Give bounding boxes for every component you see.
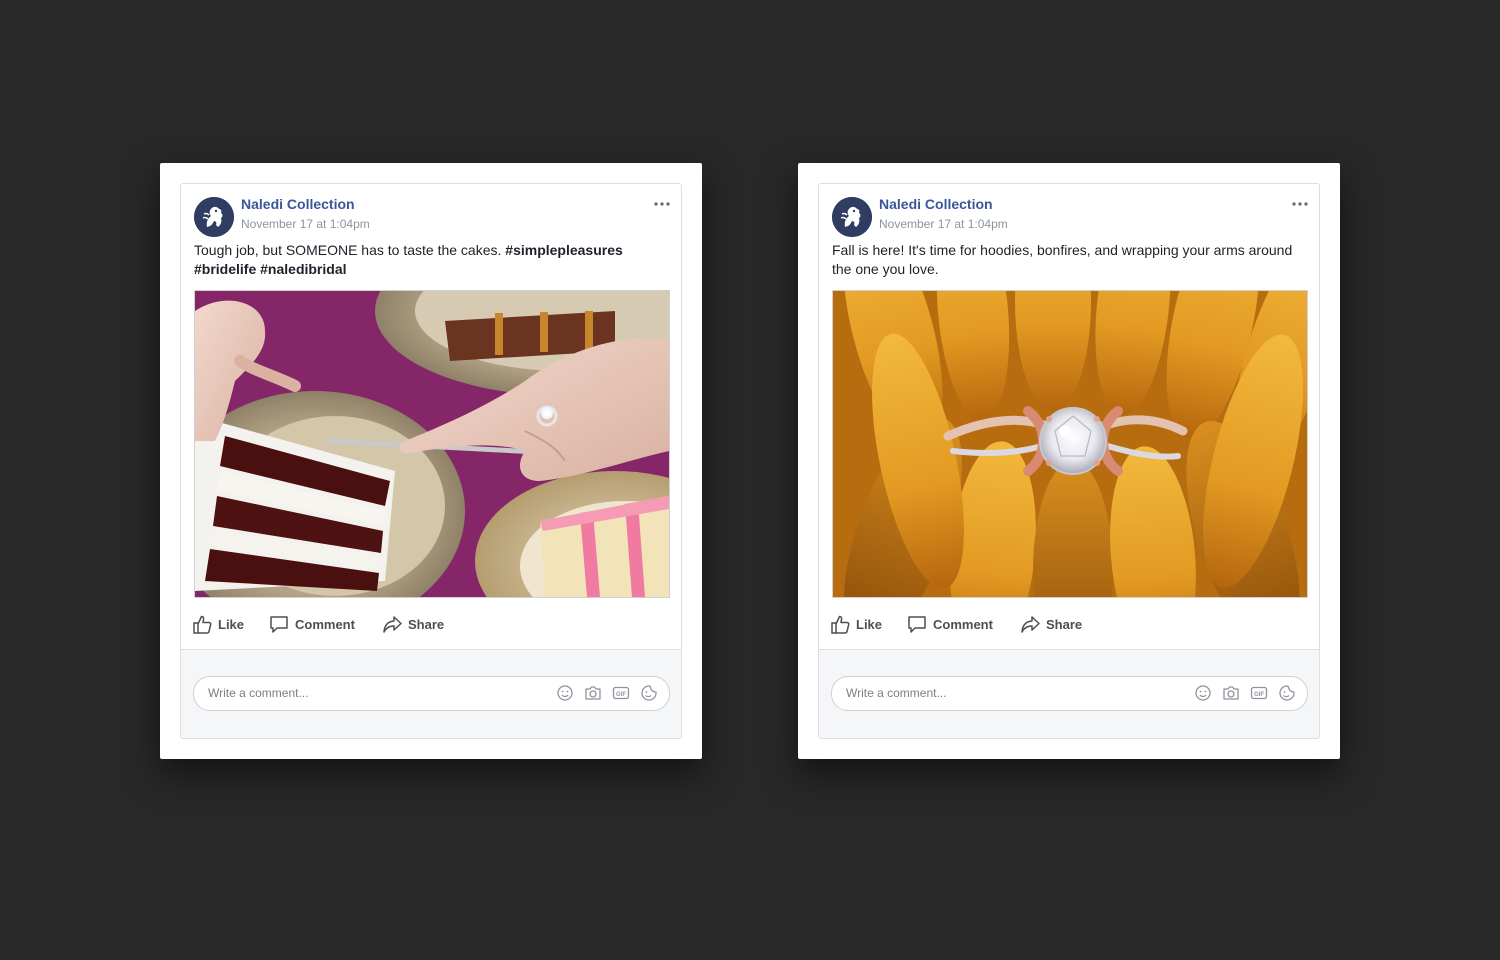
comment-box: GIF bbox=[831, 676, 1308, 711]
hashtag-link[interactable]: #naledibridal bbox=[260, 261, 346, 277]
lion-crest-icon bbox=[194, 197, 234, 237]
author-name[interactable]: Naledi Collection bbox=[879, 196, 993, 212]
facebook-post-2: Naledi Collection November 17 at 1:04pm … bbox=[818, 183, 1320, 739]
like-button[interactable]: Like bbox=[192, 609, 244, 639]
like-label: Like bbox=[218, 616, 245, 632]
camera-icon[interactable] bbox=[1221, 684, 1241, 702]
post-card-2: Naledi Collection November 17 at 1:04pm … bbox=[798, 163, 1340, 759]
comment-input[interactable] bbox=[846, 677, 1176, 708]
ring-on-flower-photo bbox=[833, 291, 1307, 597]
post-caption: Fall is here! It's time for hoodies, bon… bbox=[832, 242, 1293, 277]
share-arrow-icon bbox=[383, 616, 402, 633]
facebook-post-1: Naledi Collection November 17 at 1:04pm … bbox=[180, 183, 682, 739]
hashtag-link[interactable]: #bridelife bbox=[194, 261, 256, 277]
post-card-1: Naledi Collection November 17 at 1:04pm … bbox=[160, 163, 702, 759]
speech-bubble-icon bbox=[270, 616, 288, 633]
speech-bubble-icon bbox=[908, 616, 926, 633]
sticker-icon[interactable] bbox=[639, 684, 659, 702]
post-photo[interactable] bbox=[832, 290, 1308, 598]
lion-crest-icon bbox=[832, 197, 872, 237]
gif-icon[interactable]: GIF bbox=[1249, 684, 1269, 702]
thumbs-up-icon bbox=[193, 615, 212, 634]
share-label: Share bbox=[1046, 616, 1083, 632]
svg-text:GIF: GIF bbox=[1254, 692, 1264, 698]
cake-photo bbox=[195, 291, 669, 597]
comment-tools: GIF bbox=[1185, 684, 1297, 702]
more-options-icon[interactable] bbox=[1291, 196, 1309, 212]
share-button[interactable]: Share bbox=[1020, 609, 1082, 639]
comment-tools: GIF bbox=[547, 684, 659, 702]
comment-label: Comment bbox=[295, 616, 355, 632]
comment-section: GIF bbox=[819, 649, 1319, 738]
comment-label: Comment bbox=[933, 616, 993, 632]
thumbs-up-icon bbox=[831, 615, 850, 634]
gif-icon[interactable]: GIF bbox=[611, 684, 631, 702]
author-name[interactable]: Naledi Collection bbox=[241, 196, 355, 212]
comment-button[interactable]: Comment bbox=[269, 609, 355, 639]
like-label: Like bbox=[856, 616, 883, 632]
avatar[interactable] bbox=[832, 197, 872, 237]
like-button[interactable]: Like bbox=[830, 609, 882, 639]
post-caption: Tough job, but SOMEONE has to taste the … bbox=[194, 241, 664, 279]
comment-button[interactable]: Comment bbox=[907, 609, 993, 639]
hashtag-link[interactable]: #simplepleasures bbox=[505, 242, 623, 258]
post-photo[interactable] bbox=[194, 290, 670, 598]
camera-icon[interactable] bbox=[583, 684, 603, 702]
comment-box: GIF bbox=[193, 676, 670, 711]
comment-section: GIF bbox=[181, 649, 681, 738]
caption-text: Tough job, but SOMEONE has to taste the … bbox=[194, 242, 506, 258]
more-options-icon[interactable] bbox=[653, 196, 671, 212]
emoji-icon[interactable] bbox=[1193, 684, 1213, 702]
post-actions: Like Comment Share bbox=[181, 609, 681, 649]
post-actions: Like Comment Share bbox=[819, 609, 1319, 649]
svg-text:GIF: GIF bbox=[616, 692, 626, 698]
sticker-icon[interactable] bbox=[1277, 684, 1297, 702]
share-button[interactable]: Share bbox=[382, 609, 444, 639]
post-timestamp[interactable]: November 17 at 1:04pm bbox=[879, 217, 1008, 231]
share-label: Share bbox=[408, 616, 445, 632]
avatar[interactable] bbox=[194, 197, 234, 237]
emoji-icon[interactable] bbox=[555, 684, 575, 702]
share-arrow-icon bbox=[1021, 616, 1040, 633]
comment-input[interactable] bbox=[208, 677, 538, 708]
post-timestamp[interactable]: November 17 at 1:04pm bbox=[241, 217, 370, 231]
